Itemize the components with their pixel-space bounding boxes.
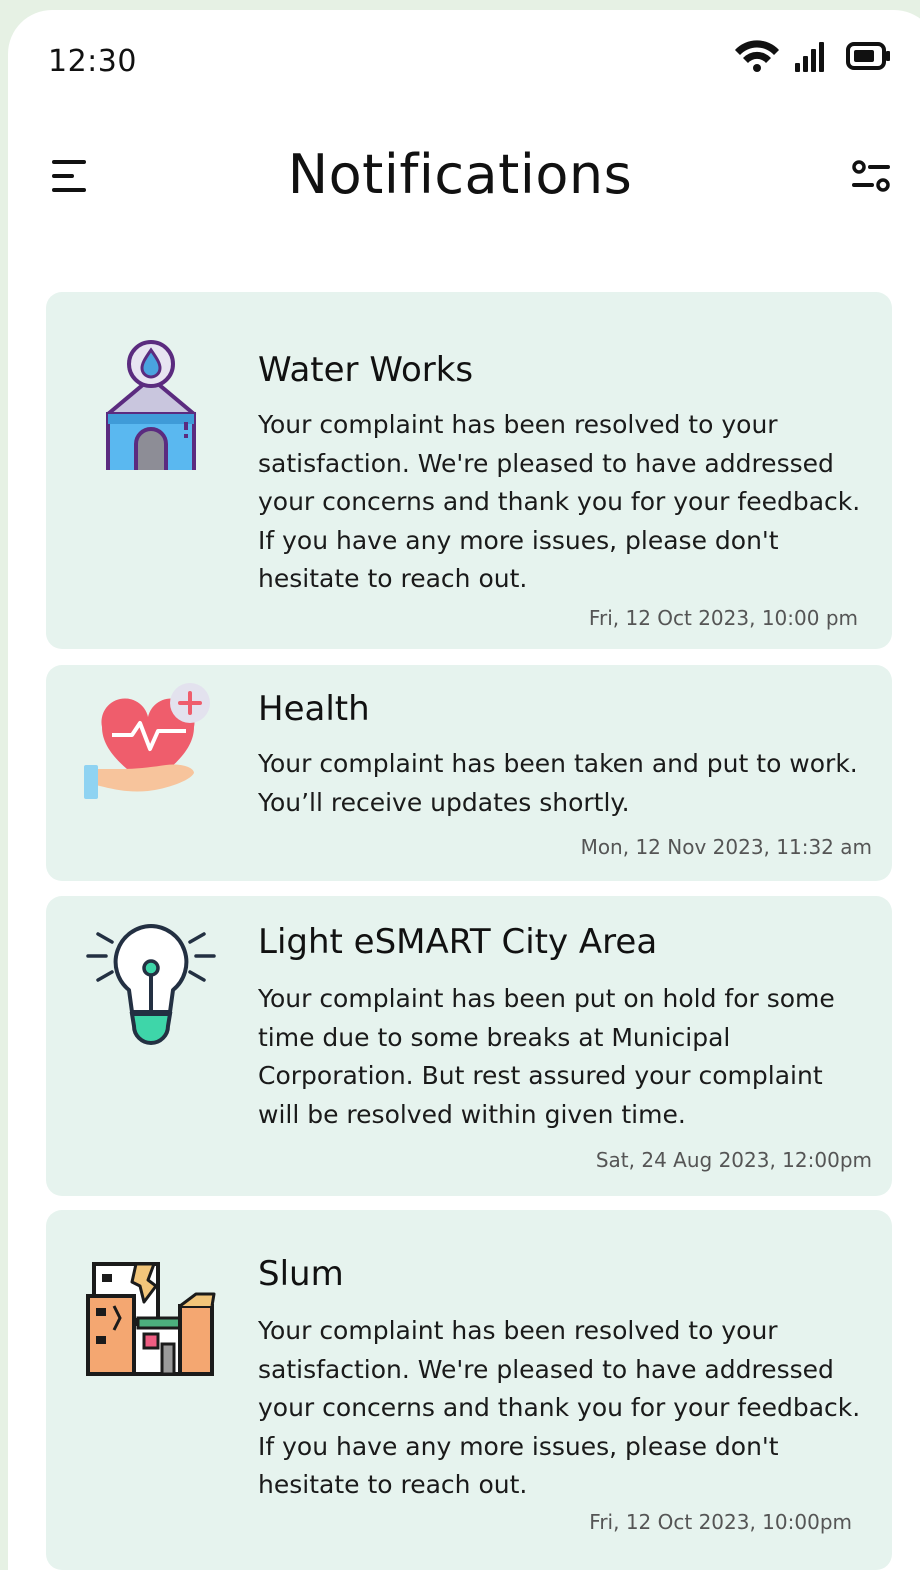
notification-title: Light eSMART City Area — [258, 922, 658, 962]
status-icons — [735, 40, 890, 72]
health-icon — [84, 683, 210, 799]
notification-body: Your complaint has been put on hold for … — [258, 984, 835, 1129]
notification-card-water-works[interactable]: Water Works Your complaint has been reso… — [46, 292, 892, 649]
notification-card-light[interactable]: Light eSMART City Area Your complaint ha… — [46, 896, 892, 1196]
light-bulb-icon — [86, 924, 216, 1045]
notification-title: Health — [258, 689, 370, 729]
page-title: Notifications — [287, 143, 633, 206]
notification-timestamp: Fri, 12 Oct 2023, 10:00 pm — [588, 606, 858, 630]
notification-timestamp: Mon, 12 Nov 2023, 11:32 am — [580, 835, 872, 859]
notification-body: Your complaint has been resolved to your… — [258, 1316, 861, 1500]
filter-icon[interactable] — [850, 158, 892, 194]
notification-body: Your complaint has been resolved to your… — [258, 410, 861, 594]
phone-screen: 12:30 Notifications Water Works Your com… — [8, 10, 920, 1570]
signal-icon — [795, 42, 824, 72]
wifi-icon — [735, 40, 779, 72]
notification-timestamp: Sat, 24 Aug 2023, 12:00pm — [595, 1148, 872, 1172]
notification-card-slum[interactable]: Slum Your complaint has been resolved to… — [46, 1210, 892, 1570]
water-works-icon — [106, 340, 196, 470]
notification-timestamp: Fri, 12 Oct 2023, 10:00pm — [589, 1510, 852, 1534]
notification-title: Water Works — [258, 350, 474, 390]
slum-icon — [86, 1262, 216, 1376]
status-time: 12:30 — [48, 44, 137, 79]
notification-body: Your complaint has been taken and put to… — [258, 749, 858, 817]
notification-card-health[interactable]: Health Your complaint has been taken and… — [46, 665, 892, 881]
battery-icon — [846, 42, 890, 70]
notification-title: Slum — [258, 1254, 344, 1294]
